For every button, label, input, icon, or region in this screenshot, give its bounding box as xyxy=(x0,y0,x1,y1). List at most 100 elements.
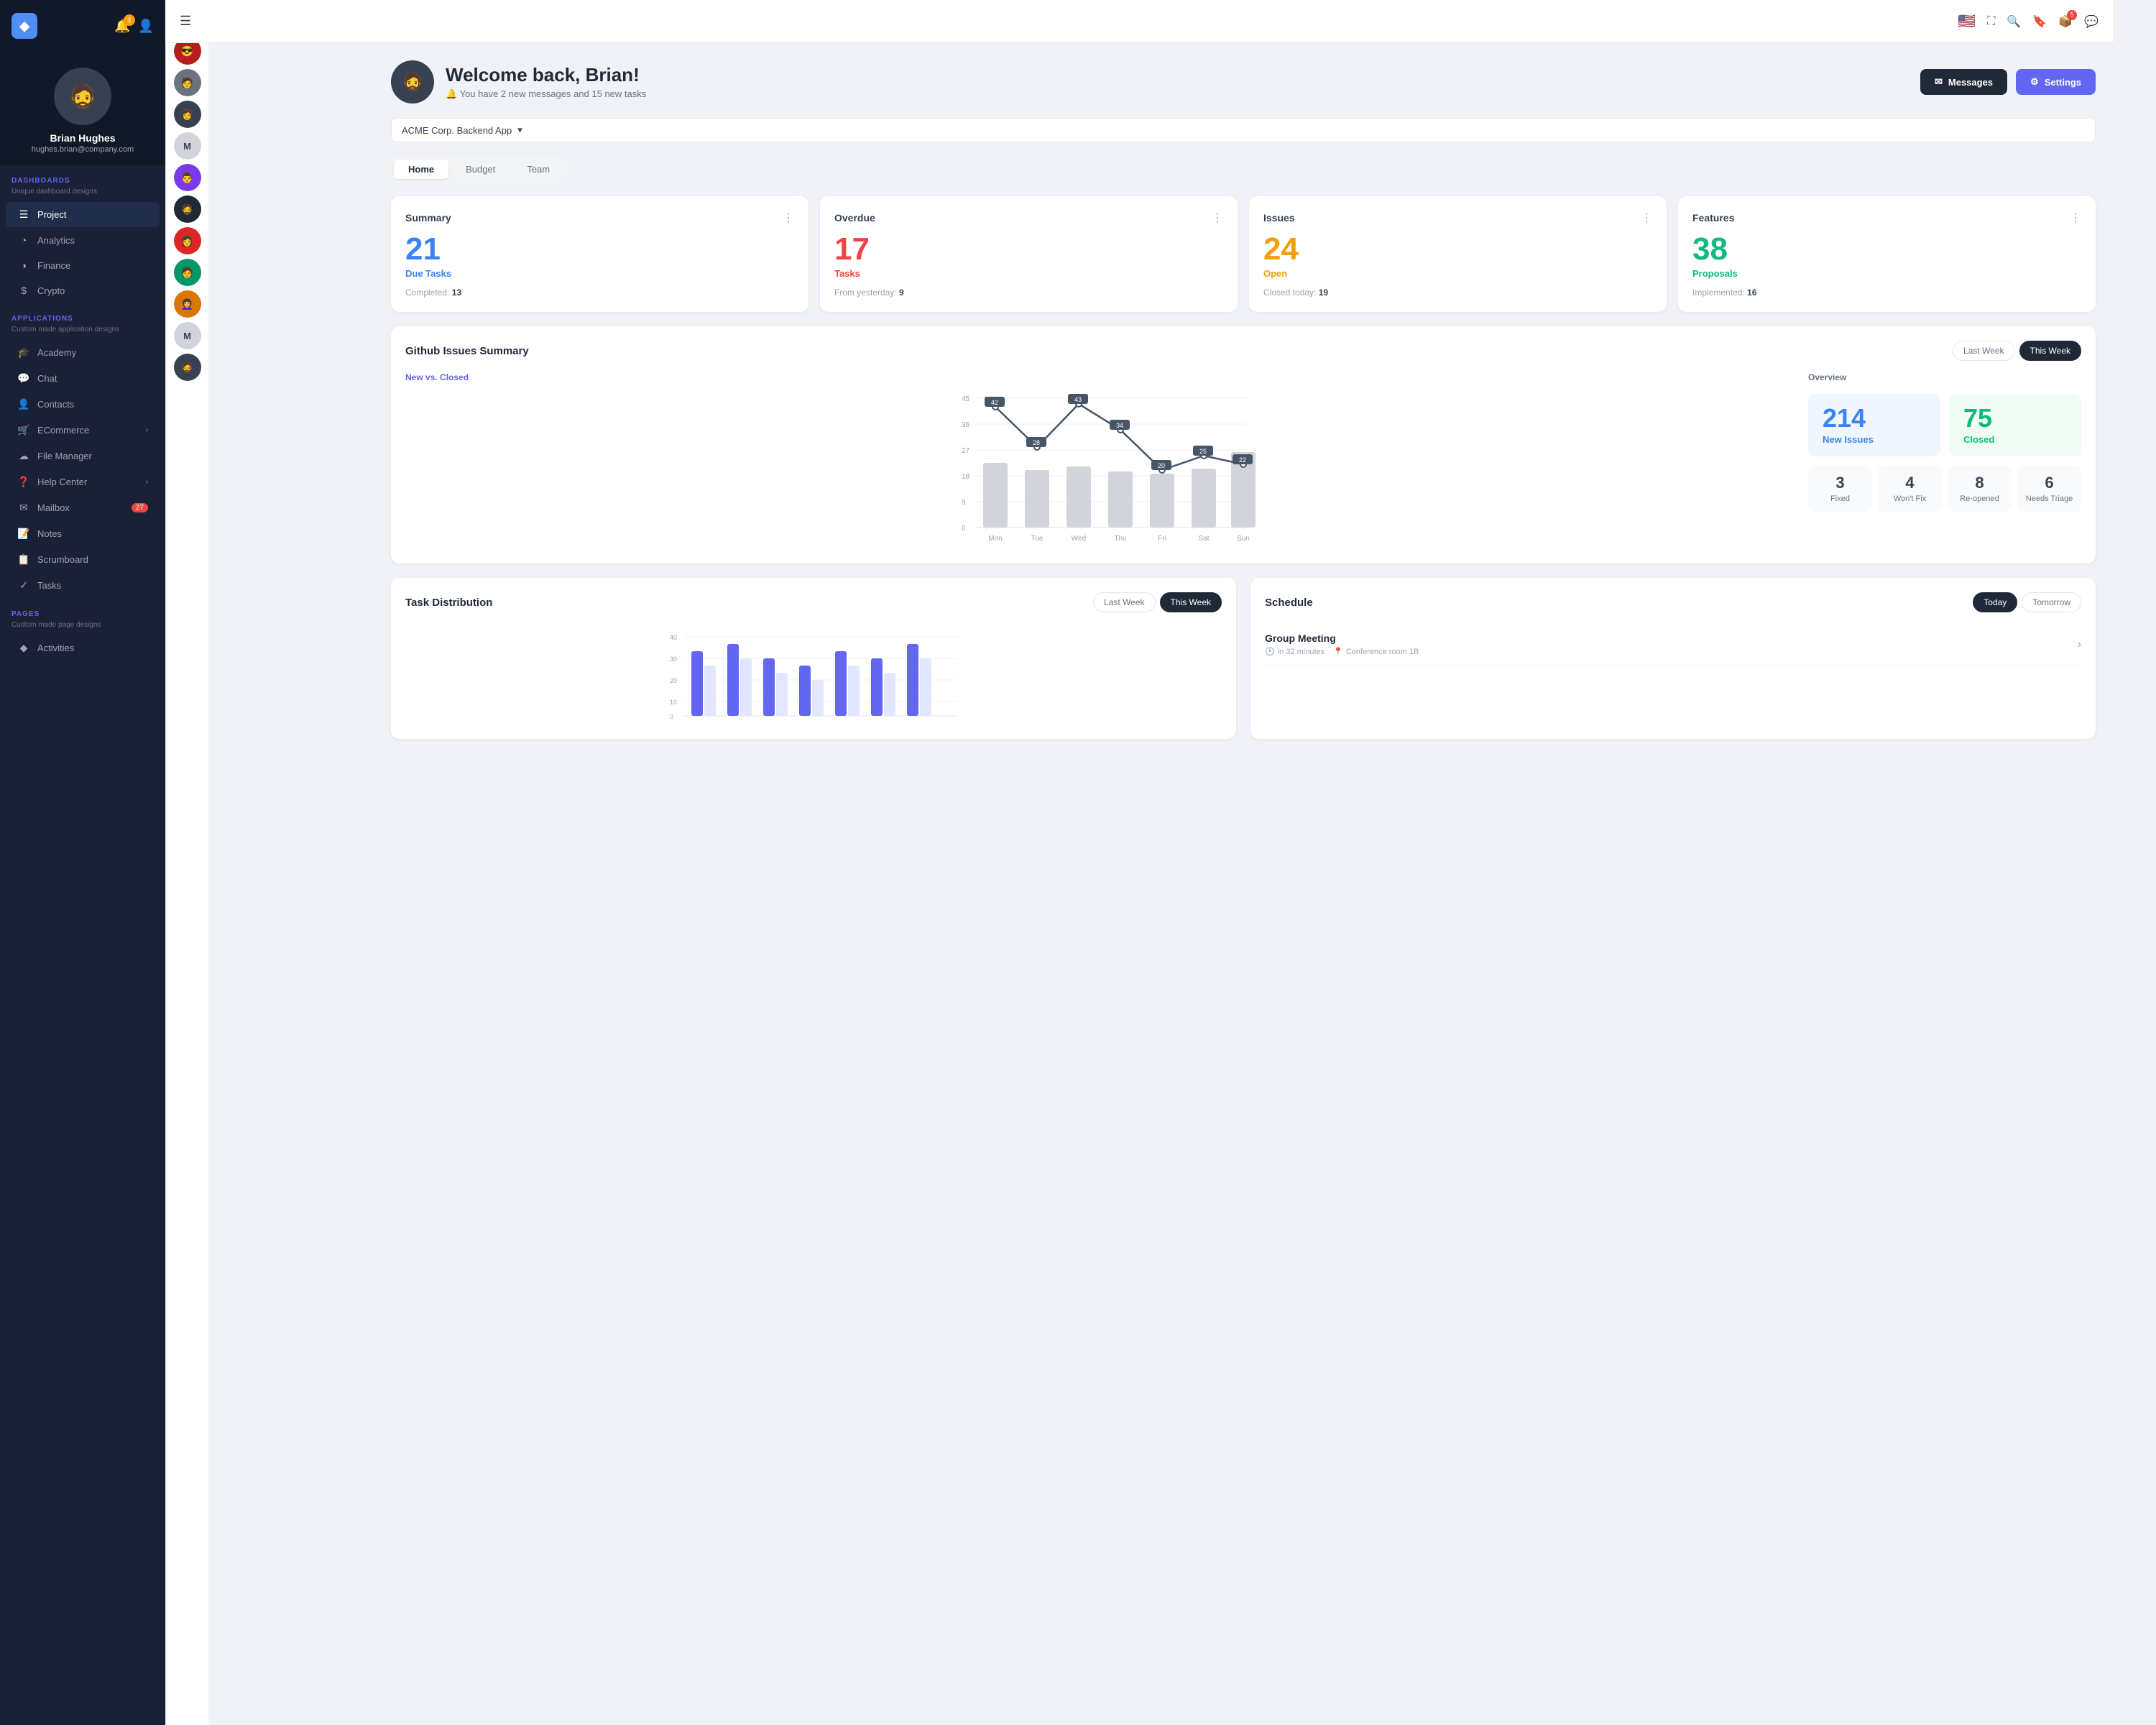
stat-title: Summary xyxy=(405,212,451,224)
sidebar-item-chat[interactable]: 💬 Chat xyxy=(6,366,160,391)
finance-icon: ◑ xyxy=(17,259,30,271)
today-button[interactable]: Today xyxy=(1973,592,2017,612)
nav-applications-section: APPLICATIONS Custom made application des… xyxy=(0,303,165,599)
sidebar-item-mailbox[interactable]: ✉ Mailbox 27 xyxy=(6,495,160,520)
sidebar-item-activities[interactable]: ◆ Activities xyxy=(6,635,160,661)
sidebar-item-helpcenter[interactable]: ❓ Help Center › xyxy=(6,469,160,494)
stat-sub: Completed: 13 xyxy=(405,288,794,298)
mini-stat-label: Re-opened xyxy=(1955,494,2004,503)
main-content: 🧔 Welcome back, Brian! 🔔 You have 2 new … xyxy=(374,43,2113,1725)
task-dist-chart: 40 30 20 10 0 xyxy=(405,624,1222,724)
stat-card-summary: Summary ⋮ 21 Due Tasks Completed: 13 xyxy=(391,196,808,312)
nav-section-label-pages: PAGES xyxy=(0,599,165,621)
project-icon: ☰ xyxy=(17,208,30,221)
task-dist-week-toggle: Last Week This Week xyxy=(1093,592,1222,612)
github-section-header: Github Issues Summary Last Week This Wee… xyxy=(405,341,2081,361)
right-sidebar-avatar[interactable]: 👩 xyxy=(174,227,201,254)
stat-sub: Closed today: 19 xyxy=(1263,288,1652,298)
user-search-icon[interactable]: 👤 xyxy=(138,19,154,34)
location-icon: 📍 xyxy=(1333,647,1343,656)
welcome-subtitle: 🔔 You have 2 new messages and 15 new tas… xyxy=(446,88,646,100)
nav-pages-section: PAGES Custom made page designs ◆ Activit… xyxy=(0,599,165,661)
sidebar-item-tasks[interactable]: ✓ Tasks xyxy=(6,573,160,598)
sidebar-item-crypto[interactable]: $ Crypto xyxy=(6,278,160,303)
sidebar-item-contacts[interactable]: 👤 Contacts xyxy=(6,392,160,417)
sidebar-item-label: Analytics xyxy=(37,235,75,246)
svg-text:Sun: Sun xyxy=(1237,535,1250,543)
stat-card-header: Issues ⋮ xyxy=(1263,211,1652,225)
sidebar-item-notes[interactable]: 📝 Notes xyxy=(6,521,160,546)
settings-button[interactable]: ⚙ Settings xyxy=(2016,69,2096,95)
hamburger-icon[interactable]: ☰ xyxy=(180,14,191,29)
welcome-header: 🧔 Welcome back, Brian! 🔔 You have 2 new … xyxy=(391,60,2096,104)
tomorrow-button[interactable]: Tomorrow xyxy=(2022,592,2081,612)
flag-icon[interactable]: 🇺🇸 xyxy=(1958,12,1976,30)
messages-icon[interactable]: 💬 xyxy=(2084,14,2099,29)
right-sidebar-avatar-initial[interactable]: M xyxy=(174,322,201,349)
nav-section-label-dashboards: DASHBOARDS xyxy=(0,165,165,188)
tab-home[interactable]: Home xyxy=(394,160,448,179)
stat-card-header: Overdue ⋮ xyxy=(834,211,1223,225)
chevron-right-icon[interactable]: › xyxy=(2078,638,2081,651)
notifications-icon[interactable]: 📦 5 xyxy=(2058,14,2073,29)
task-last-week-button[interactable]: Last Week xyxy=(1093,592,1155,612)
stat-card-header: Summary ⋮ xyxy=(405,211,794,225)
right-sidebar-avatar[interactable]: 🧑 xyxy=(174,259,201,286)
profile-area: 🧔 Brian Hughes hughes.brian@company.com xyxy=(0,50,165,165)
clock-icon: 🕐 xyxy=(1265,647,1275,656)
mini-stat-reopened: 8 Re-opened xyxy=(1948,465,2012,512)
topbar-notifications-badge: 5 xyxy=(2067,10,2077,20)
svg-text:Thu: Thu xyxy=(1114,535,1126,543)
chart-area: New vs. Closed 45 36 27 18 9 0 xyxy=(405,372,1794,549)
more-options-icon[interactable]: ⋮ xyxy=(1212,211,1223,225)
sidebar-item-label: Tasks xyxy=(37,580,61,591)
sidebar-item-filemanager[interactable]: ☁ File Manager xyxy=(6,443,160,469)
topbar-right: 🇺🇸 ⛶ 🔍 🔖 📦 5 💬 xyxy=(1958,12,2099,30)
svg-text:Fri: Fri xyxy=(1158,535,1166,543)
right-sidebar-avatar[interactable]: 👨 xyxy=(174,164,201,191)
right-sidebar-avatar-initial[interactable]: M xyxy=(174,132,201,160)
sidebar-item-ecommerce[interactable]: 🛒 ECommerce › xyxy=(6,418,160,443)
svg-text:22: 22 xyxy=(1239,456,1246,464)
nav-section-sublabel-apps: Custom made application designs xyxy=(0,326,165,339)
schedule-day-toggle: Today Tomorrow xyxy=(1973,592,2081,612)
sidebar-item-analytics[interactable]: ◔ Analytics xyxy=(6,228,160,252)
topbar: ☰ 🇺🇸 ⛶ 🔍 🔖 📦 5 💬 xyxy=(165,0,2113,43)
more-options-icon[interactable]: ⋮ xyxy=(2070,211,2081,225)
github-section-title: Github Issues Summary xyxy=(405,345,529,357)
welcome-text: Welcome back, Brian! 🔔 You have 2 new me… xyxy=(446,64,646,100)
stat-card-overdue: Overdue ⋮ 17 Tasks From yesterday: 9 xyxy=(820,196,1238,312)
more-options-icon[interactable]: ⋮ xyxy=(1641,211,1652,225)
bookmark-icon[interactable]: 🔖 xyxy=(2032,14,2047,29)
app-logo[interactable]: ◆ xyxy=(11,13,37,39)
sidebar-item-label: Scrumboard xyxy=(37,554,88,565)
this-week-button[interactable]: This Week xyxy=(2019,341,2081,361)
sidebar-item-academy[interactable]: 🎓 Academy xyxy=(6,340,160,365)
sidebar-item-project[interactable]: ☰ Project xyxy=(6,202,160,227)
chevron-down-icon: ▾ xyxy=(517,124,522,136)
sidebar-item-label: Chat xyxy=(37,373,57,384)
mailbox-badge: 27 xyxy=(132,503,148,512)
notification-icon[interactable]: 🔔 3 xyxy=(114,19,130,34)
right-sidebar-avatar[interactable]: 🧔 xyxy=(174,196,201,223)
meeting-details: Group Meeting 🕐 in 32 minutes 📍 Conferen… xyxy=(1265,632,1419,656)
right-sidebar-avatar[interactable]: 🧑 xyxy=(174,69,201,96)
tab-budget[interactable]: Budget xyxy=(451,160,510,179)
more-options-icon[interactable]: ⋮ xyxy=(783,211,794,225)
right-sidebar-avatar[interactable]: 🧔 xyxy=(174,354,201,381)
sidebar-item-finance[interactable]: ◑ Finance xyxy=(6,253,160,277)
task-this-week-button[interactable]: This Week xyxy=(1160,592,1222,612)
sidebar-item-scrumboard[interactable]: 📋 Scrumboard xyxy=(6,547,160,572)
stat-label: Due Tasks xyxy=(405,268,794,279)
sidebar: ◆ 🔔 3 👤 🧔 Brian Hughes hughes.brian@comp… xyxy=(0,0,165,1725)
search-icon[interactable]: 🔍 xyxy=(2007,14,2021,29)
last-week-button[interactable]: Last Week xyxy=(1953,341,2014,361)
expand-icon[interactable]: ⛶ xyxy=(1987,15,1995,28)
messages-button[interactable]: ✉ Messages xyxy=(1920,69,2007,95)
right-sidebar-avatar[interactable]: 👩‍🦱 xyxy=(174,290,201,318)
project-selector[interactable]: ACME Corp. Backend App ▾ xyxy=(391,118,2096,142)
tab-team[interactable]: Team xyxy=(512,160,564,179)
sidebar-item-label: File Manager xyxy=(37,451,92,461)
right-sidebar-avatar[interactable]: 👩 xyxy=(174,101,201,128)
new-issues-label: New Issues xyxy=(1823,434,1926,445)
